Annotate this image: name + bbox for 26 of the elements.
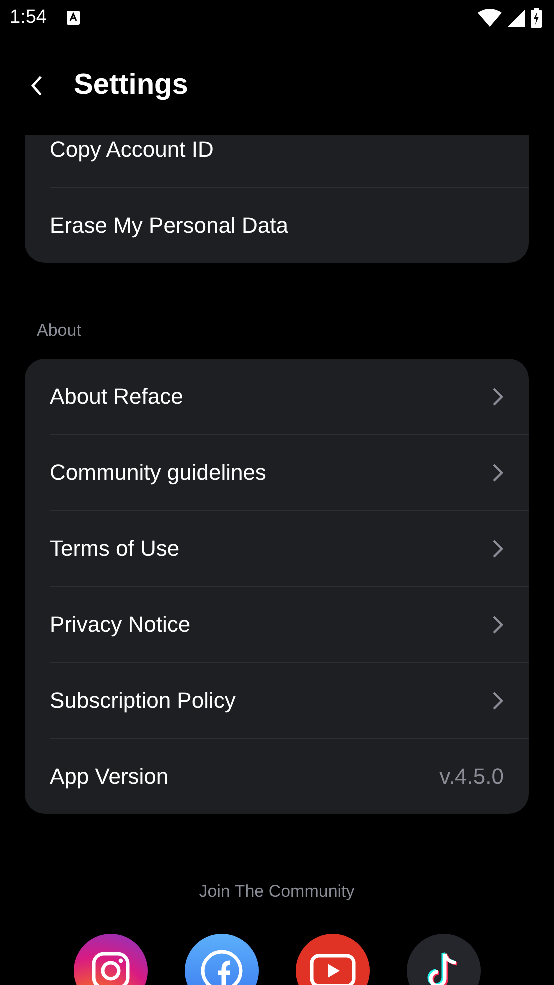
settings-row[interactable]: Erase My Personal Data bbox=[50, 187, 529, 263]
battery-icon bbox=[531, 8, 542, 28]
back-icon bbox=[30, 74, 44, 96]
camera-icon bbox=[90, 951, 130, 985]
community-title: Join The Community bbox=[198, 882, 356, 902]
settings-row[interactable]: Copy Account ID bbox=[50, 135, 529, 187]
section-title: About bbox=[37, 321, 82, 341]
settings-row[interactable]: About Reface bbox=[50, 359, 529, 434]
screen-title: Settings bbox=[74, 69, 188, 102]
chevron-icon bbox=[492, 386, 504, 406]
version-value: v.4.5.0 bbox=[440, 764, 504, 790]
settings-row[interactable]: Terms of Use bbox=[50, 510, 529, 586]
facebook-icon bbox=[200, 949, 244, 985]
chevron-icon bbox=[492, 462, 504, 482]
settings-row[interactable]: Subscription Policy bbox=[50, 662, 529, 738]
settings-row[interactable]: Community guidelines bbox=[50, 434, 529, 510]
chevron-icon bbox=[492, 538, 504, 558]
settings-row[interactable]: Privacy Notice bbox=[50, 586, 529, 662]
play-icon bbox=[310, 954, 356, 985]
wifi-icon bbox=[478, 9, 502, 27]
settings-row: App Version v.4.5.0 bbox=[50, 738, 529, 814]
notification-icon bbox=[66, 11, 80, 25]
status-time: 1:54 bbox=[10, 7, 47, 29]
signal-icon bbox=[508, 10, 525, 26]
chevron-icon bbox=[492, 614, 504, 634]
chevron-icon bbox=[492, 690, 504, 710]
